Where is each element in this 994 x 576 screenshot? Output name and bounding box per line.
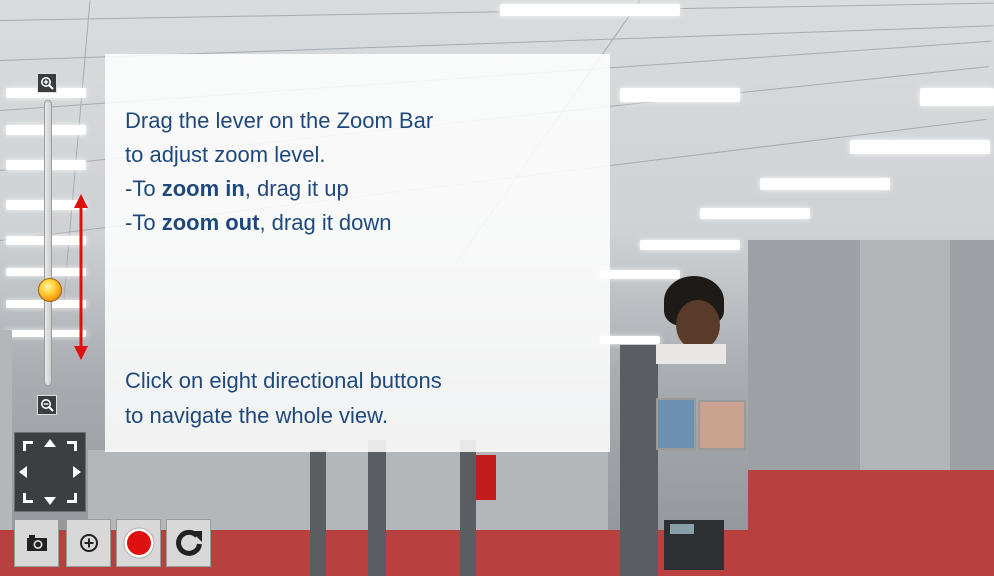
nav-instruction-line2: to navigate the whole view. <box>125 403 388 428</box>
record-button[interactable] <box>116 519 161 567</box>
zoom-out-instruction: -To zoom out, drag it down <box>125 208 392 238</box>
ptz-pad-graphic <box>19 439 81 505</box>
ceiling-light <box>500 4 680 16</box>
zoom-in-icon <box>41 77 54 90</box>
ceiling-light <box>640 240 740 250</box>
wall-poster <box>698 400 746 450</box>
zoom-in-prefix: -To <box>125 176 162 201</box>
pan-up-left-button[interactable] <box>23 441 33 451</box>
zoom-out-button[interactable] <box>37 395 57 415</box>
refresh-icon <box>175 529 202 556</box>
cubicle-post <box>368 440 386 576</box>
record-icon <box>123 527 154 559</box>
ptz-direction-pad <box>14 432 86 512</box>
zoom-instruction-line2: to adjust zoom level. <box>125 142 326 167</box>
zoom-in-keyword: zoom in <box>161 176 245 201</box>
camera-snapshot-icon <box>26 535 47 551</box>
digital-zoom-icon <box>79 534 98 552</box>
zoom-in-button[interactable] <box>37 73 57 93</box>
ceiling-light <box>620 88 740 102</box>
snapshot-button[interactable] <box>14 519 59 567</box>
ceiling-light <box>600 270 680 279</box>
cubicle-post <box>460 440 476 576</box>
zoom-out-keyword: zoom out <box>161 210 260 235</box>
zoom-instruction-line1: Drag the lever on the Zoom Bar <box>125 108 434 133</box>
zoom-in-instruction: -To zoom in, drag it up <box>125 174 349 204</box>
zoom-out-suffix: , drag it down <box>259 210 392 235</box>
pan-left-button[interactable] <box>19 466 27 478</box>
ceiling-light <box>760 178 890 190</box>
ceiling-light <box>700 208 810 219</box>
pan-up-right-button[interactable] <box>67 441 77 451</box>
zoom-out-icon <box>41 399 54 412</box>
double-arrow-icon <box>74 194 88 360</box>
zoom-bar-lever[interactable] <box>38 278 62 303</box>
person-face <box>676 300 720 350</box>
digital-zoom-button[interactable] <box>66 519 111 567</box>
instruction-panel: Drag the lever on the Zoom Bar to adjust… <box>105 54 610 452</box>
ceiling-grid-line <box>0 2 994 21</box>
refresh-button[interactable] <box>166 519 211 567</box>
ceiling-light <box>850 140 990 154</box>
pan-down-left-button[interactable] <box>23 493 33 503</box>
pan-down-right-button[interactable] <box>67 493 77 503</box>
zoom-bar-track[interactable] <box>44 100 52 386</box>
cubicle-post <box>620 345 658 576</box>
person-shirt <box>656 344 726 364</box>
pan-right-button[interactable] <box>73 466 81 478</box>
zoom-in-suffix: , drag it up <box>244 176 349 201</box>
pan-down-button[interactable] <box>44 497 56 505</box>
cubicle-post <box>310 450 326 576</box>
hanging-item <box>476 455 496 500</box>
pan-up-button[interactable] <box>44 439 56 447</box>
phone-display <box>670 524 694 534</box>
red-cubicle-wall <box>748 470 994 576</box>
zoom-out-prefix: -To <box>125 210 162 235</box>
wall-poster <box>656 398 696 450</box>
nav-instruction-line1: Click on eight directional buttons <box>125 368 442 393</box>
ceiling-light <box>920 88 994 106</box>
